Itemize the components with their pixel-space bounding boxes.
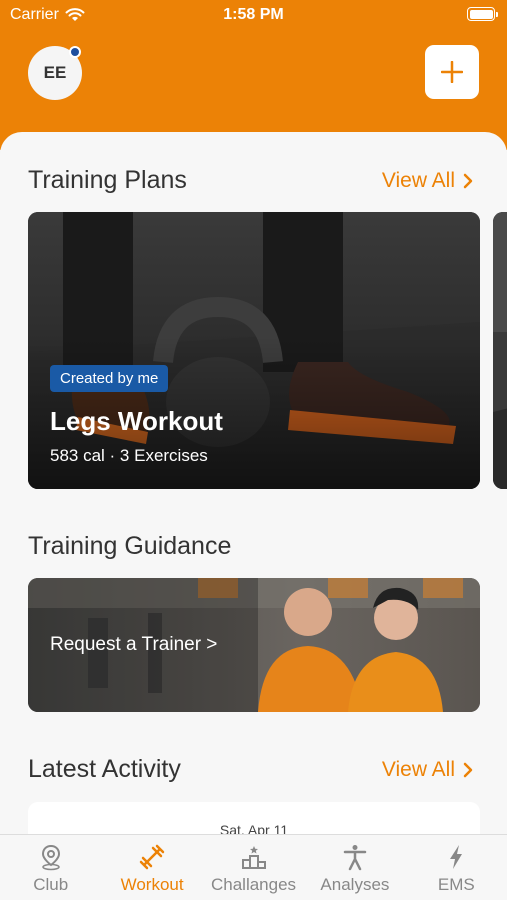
- add-button[interactable]: [425, 45, 479, 99]
- created-by-me-badge: Created by me: [50, 365, 169, 392]
- tab-analyses[interactable]: Analyses: [304, 835, 405, 900]
- latest-activity-header: Latest Activity View All: [28, 755, 473, 784]
- tab-ems[interactable]: EMS: [406, 835, 507, 900]
- notification-dot: [69, 46, 81, 58]
- training-plans-header: Training Plans View All: [28, 166, 473, 195]
- training-plan-card[interactable]: Created by me Legs Workout 583 cal · 3 E…: [28, 212, 480, 489]
- view-all-link[interactable]: View All: [382, 758, 473, 782]
- lightning-icon: [450, 845, 463, 869]
- avatar-initials: EE: [43, 63, 67, 82]
- tab-bar: Club Workout Challanges Analyses EMS: [0, 834, 507, 900]
- tab-label: Workout: [120, 875, 184, 894]
- main-content: Training Plans View All Created by me Le…: [0, 132, 507, 834]
- tab-challanges[interactable]: Challanges: [203, 835, 304, 900]
- tab-label: EMS: [437, 875, 475, 894]
- view-all-label: View All: [381, 757, 455, 781]
- tab-label: Analyses: [320, 875, 390, 894]
- podium-icon: [241, 846, 266, 869]
- tab-club[interactable]: Club: [0, 835, 101, 900]
- tab-label: Challanges: [210, 875, 297, 894]
- person-icon: [343, 845, 367, 871]
- battery-icon: [467, 7, 498, 21]
- plan-meta: 583 cal · 3 Exercises: [50, 446, 208, 465]
- tab-workout[interactable]: Workout: [101, 835, 202, 900]
- request-trainer-card[interactable]: Request a Trainer >: [28, 578, 480, 712]
- activity-card[interactable]: Sat, Apr 11: [28, 802, 480, 834]
- section-title: Training Guidance: [28, 532, 232, 560]
- chevron-right-icon: [463, 762, 473, 777]
- plan-title: Legs Workout: [50, 406, 223, 436]
- view-all-label: View All: [381, 168, 455, 192]
- activity-date: Sat, Apr 11: [219, 822, 289, 834]
- dumbbell-icon: [139, 844, 165, 870]
- status-time: 1:58 PM: [223, 6, 284, 23]
- request-trainer-link: Request a Trainer >: [50, 634, 218, 655]
- next-plan-image: [493, 212, 507, 489]
- status-bar: Carrier 1:58 PM: [0, 0, 507, 30]
- section-title: Latest Activity: [28, 755, 181, 783]
- chevron-right-icon: [463, 173, 473, 188]
- avatar[interactable]: EE: [28, 46, 82, 100]
- view-all-link[interactable]: View All: [382, 169, 473, 193]
- map-pin-icon: [41, 844, 60, 871]
- tab-label: Club: [33, 875, 69, 894]
- plus-icon: [441, 61, 463, 83]
- section-title: Training Plans: [28, 166, 187, 194]
- training-guidance-header: Training Guidance: [28, 532, 473, 561]
- header: Carrier 1:58 PM EE: [0, 0, 507, 150]
- next-plan-card-peek[interactable]: [493, 212, 507, 489]
